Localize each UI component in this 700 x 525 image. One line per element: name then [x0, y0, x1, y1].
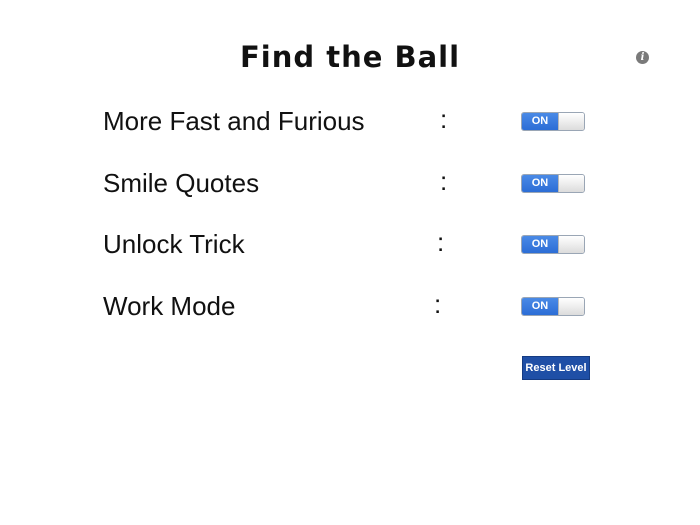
- setting-row-unlock-trick: Unlock Trick : ON: [0, 225, 700, 265]
- page-title: Find the Ball: [239, 40, 461, 74]
- toggle-on-label: ON: [522, 113, 558, 130]
- reset-level-button[interactable]: Reset Level: [522, 356, 590, 380]
- toggle-knob: [558, 113, 584, 130]
- setting-label: More Fast and Furious: [103, 106, 365, 136]
- info-glyph: i: [640, 52, 645, 63]
- toggle-smile-quotes[interactable]: ON: [521, 174, 585, 193]
- toggle-on-label: ON: [522, 298, 558, 315]
- setting-colon: :: [440, 104, 448, 134]
- toggle-knob: [558, 175, 584, 192]
- toggle-on-label: ON: [522, 175, 558, 192]
- toggle-on-label: ON: [522, 236, 558, 253]
- toggle-knob: [558, 236, 584, 253]
- setting-label: Unlock Trick: [103, 229, 245, 259]
- setting-row-work-mode: Work Mode : ON: [0, 287, 700, 327]
- info-icon[interactable]: i: [636, 51, 649, 64]
- toggle-knob: [558, 298, 584, 315]
- toggle-more-fast-and-furious[interactable]: ON: [521, 112, 585, 131]
- setting-colon: :: [434, 289, 442, 319]
- setting-colon: :: [440, 166, 448, 196]
- setting-row-more-fast-and-furious: More Fast and Furious : ON: [0, 102, 700, 142]
- setting-row-smile-quotes: Smile Quotes : ON: [0, 164, 700, 204]
- settings-screen: Find the Ball i More Fast and Furious : …: [0, 0, 700, 525]
- setting-label: Work Mode: [103, 291, 236, 321]
- setting-colon: :: [437, 227, 445, 257]
- setting-label: Smile Quotes: [103, 168, 260, 198]
- toggle-unlock-trick[interactable]: ON: [521, 235, 585, 254]
- toggle-work-mode[interactable]: ON: [521, 297, 585, 316]
